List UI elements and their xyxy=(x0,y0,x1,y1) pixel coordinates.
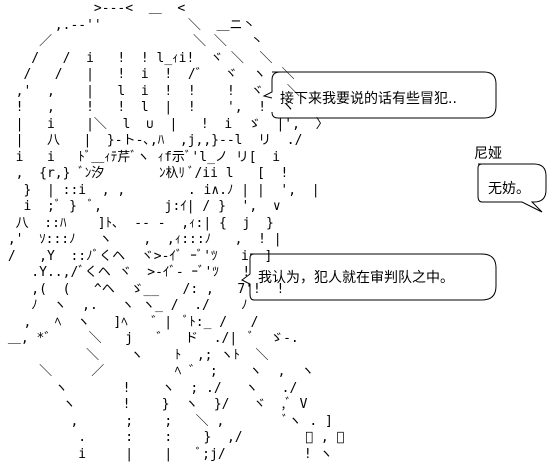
ascii-art-line: i i ﾄﾞ＿ｨﾃ芹ﾞヽ ｨf示ﾞ'l_ノ リ[ i xyxy=(0,149,281,165)
ascii-art-line: ＿, *゛ ＼ j ゛ ド ./| ﾞ ゞ‐. xyxy=(0,331,299,346)
ascii-art-line: ! , ! ! l | ! ', ! ヽ xyxy=(0,100,295,115)
ascii-art-line: , {r,} ﾞﾝ汐 ﾝ杁ﾘ ﾞ/ii l [ ! xyxy=(0,166,289,181)
ascii-art-line: , ﾍ ヽ ]ﾍ ゛| ﾞﾄ:_ / / xyxy=(0,314,259,330)
ascii-art-line: / ,Y ::ﾉﾞくヘ ヾ>‐ｲﾞ ｰﾞ'ﾂ i ] xyxy=(0,248,273,264)
ascii-art-line: / / | ! i ! /゛ ヾ ヽ ＼ xyxy=(0,67,295,82)
ascii-art-line: ヽ ! ヽ ; ./ ヽ ./ xyxy=(0,380,298,396)
ascii-art-line: >--‐< ＿ < xyxy=(0,1,186,16)
speech-text-3: 我认为，犯人就在审判队之中。 xyxy=(258,270,454,286)
ascii-art-line: ＼ ／ ﾍ ゛ ; ヽ , ヽ xyxy=(0,364,315,379)
ascii-art-line: . : : } ,/ ﾞ , ﾞ xyxy=(0,430,345,445)
ascii-art-line: ,' , | l i ! ! ! ヾ ＼ xyxy=(0,83,300,99)
ascii-art-line: ／ ＼ ＼ 丶 xyxy=(0,34,264,49)
ascii-art-line: 八 ::ﾊ ]ﾄ､ ‐‐ ‐ ,ｨ:| { j } xyxy=(0,215,274,231)
ascii-art-line: ヽ ! } ヽ }/ ヾ ,ﾞ V xyxy=(0,397,308,412)
ascii-art-line: } | ::i , , . i∧.ﾉ | | ', | xyxy=(0,182,320,198)
ascii-art-line: | 八 | }-ト‐､,ﾊ ,j,,}‐‐l リ ./ xyxy=(0,133,303,148)
speech-text-2: 无妨。 xyxy=(488,181,530,197)
ascii-art-line: ,' ｿ:::ﾉ ヽ , ,ｨ:::ﾉ , ! | xyxy=(0,232,282,247)
ascii-art-line: , ; ; ＼ , ﾞヽ . ] xyxy=(0,413,333,429)
ascii-art-line: ,.-‐'' ＼ ＿ニ丶 xyxy=(0,17,256,33)
ascii-art-line: .Y..,/ﾞくヘ ヾ >-ｲﾞ- ｰﾞ'ﾂ ! xyxy=(0,265,251,280)
ascii-art-line: / / i ! ! l_ｨi! ヾ ＼ ＼ xyxy=(0,50,273,66)
speech-text-1: 接下来我要说的话有些冒犯.. xyxy=(280,91,457,107)
ascii-art-line: ﾉ ヽ ,. ヽ ヽ_ / ./ ﾉ xyxy=(0,298,248,313)
ascii-art-line: i | | ﾞ;j/ ! ヽ xyxy=(0,446,333,462)
aa-scene: >--‐< ＿ < ,.-‐'' ＼ ＿ニ丶 ／ ＼ ＼ 丶 / / i ! !… xyxy=(0,0,554,468)
ascii-art-line: i ;ﾞ } ﾞ, j:ｲ| / } ', ∨ xyxy=(0,199,281,214)
ascii-art-line: ＼ ヽ ﾄ ,; ヽﾄ ＼ xyxy=(0,347,269,363)
